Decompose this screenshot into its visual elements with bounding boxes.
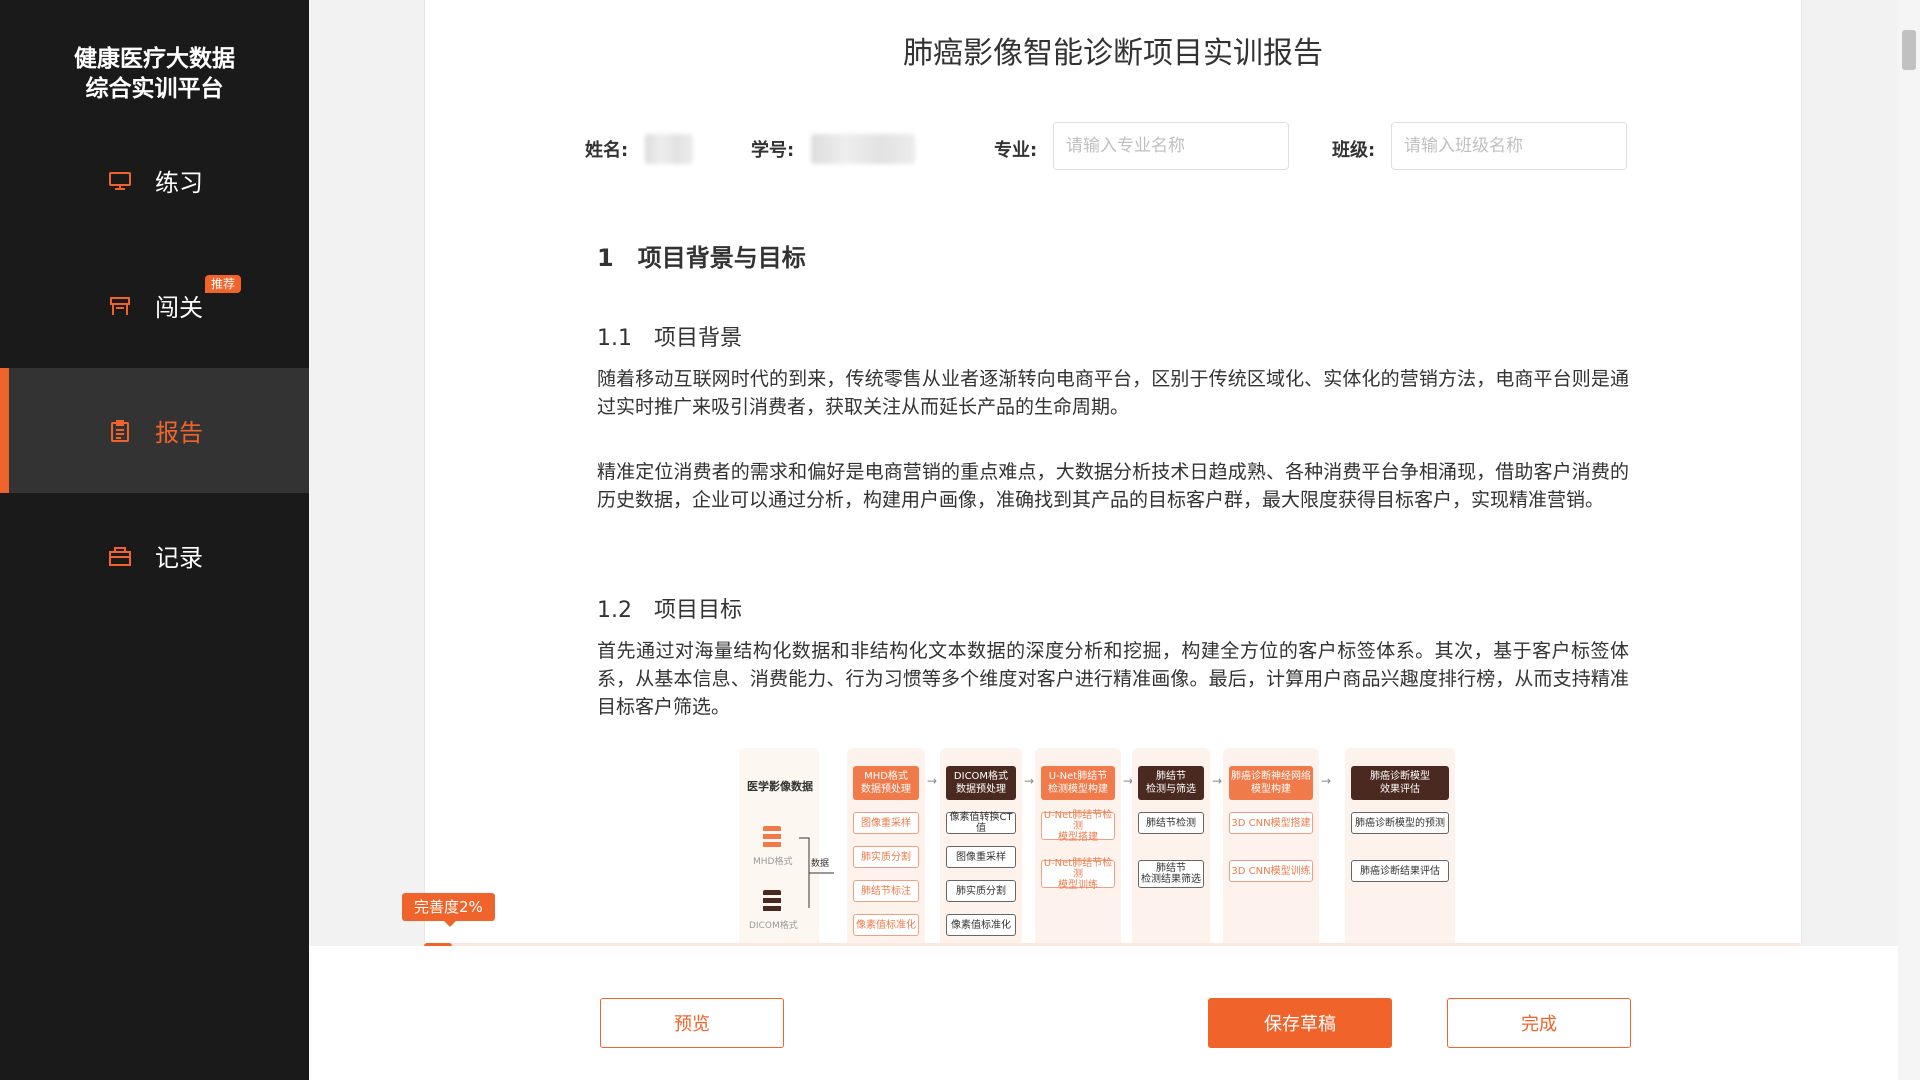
class-input[interactable] xyxy=(1391,122,1627,170)
diagram-substep: 3D CNN模型训练 xyxy=(1229,860,1313,882)
arrow-right-icon: → xyxy=(1212,774,1223,788)
report-icon xyxy=(106,417,134,445)
student-id-value xyxy=(811,134,915,164)
diagram-substep: 像素值标准化 xyxy=(853,914,919,936)
brand-title: 健康医疗大数据 综合实训平台 xyxy=(0,44,309,104)
preview-button[interactable]: 预览 xyxy=(600,998,784,1048)
diagram-substep: 像素值标准化 xyxy=(946,914,1016,936)
nav-label: 练习 xyxy=(155,169,203,197)
data-label: 数据 xyxy=(811,859,830,869)
nav-label: 报告 xyxy=(155,419,203,447)
dicom-label: DICOM格式 xyxy=(749,921,798,931)
class-label: 班级: xyxy=(1332,140,1376,161)
diagram-substep: 肺结节 检测结果筛选 xyxy=(1138,860,1204,888)
diagram-step-head: 肺癌诊断模型 效果评估 xyxy=(1351,766,1449,800)
section-heading-1: 1 项目背景与目标 xyxy=(597,244,806,272)
arrow-right-icon: → xyxy=(1024,774,1035,788)
section-heading-1-2: 1.2 项目目标 xyxy=(597,598,742,623)
diagram-substep: 肺结节标注 xyxy=(853,880,919,902)
brand-line-2: 综合实训平台 xyxy=(85,76,224,102)
diagram-step-column: 肺结节 检测与筛选肺结节检测肺结节 检测结果筛选 xyxy=(1132,748,1210,943)
diagram-substep: 图像重采样 xyxy=(853,812,919,834)
diagram-step-column: MHD格式 数据预处理图像重采样肺实质分割肺结节标注像素值标准化 xyxy=(847,748,925,943)
database-icon xyxy=(763,890,781,912)
major-label: 专业: xyxy=(994,140,1038,161)
save-draft-button[interactable]: 保存草稿 xyxy=(1208,998,1392,1048)
nav-item-records[interactable]: 记录 xyxy=(0,493,309,618)
flag-icon xyxy=(106,292,134,320)
diagram-substep: U-Net肺结节检测 模型训练 xyxy=(1041,858,1115,891)
diagram-step-head: MHD格式 数据预处理 xyxy=(853,766,919,800)
monitor-icon xyxy=(106,167,134,195)
diagram-step-column: U-Net肺结节 检测模型构建 U-Net肺结节检测 模型搭建 U-Net肺结节检测… xyxy=(1035,748,1121,943)
nav-item-report[interactable]: 报告 xyxy=(0,368,309,493)
nav-label: 记录 xyxy=(155,544,203,572)
diagram-step-column: 肺癌诊断模型 效果评估肺癌诊断模型的预测 肺癌诊断结果评估 xyxy=(1345,748,1455,943)
diagram-source-title: 医学影像数据 xyxy=(747,780,813,793)
scrollbar-thumb[interactable] xyxy=(1902,30,1916,70)
nav-item-practice[interactable]: 练习 xyxy=(0,118,309,243)
arrow-right-icon: → xyxy=(1321,774,1332,788)
diagram-substep: 肺结节检测 xyxy=(1138,812,1204,834)
action-bar xyxy=(309,946,1900,1080)
diagram-substep: 3D CNN模型搭建 xyxy=(1229,812,1313,834)
nav-label: 闯关 xyxy=(155,294,203,322)
mhd-label: MHD格式 xyxy=(753,857,793,867)
report-editor: 肺癌影像智能诊断项目实训报告 姓名: 学号: 专业: 班级: 1 项目背景与目标… xyxy=(424,0,1802,943)
diagram-substep: 肺实质分割 xyxy=(946,880,1016,902)
scrollbar-track[interactable] xyxy=(1898,0,1920,1080)
student-name-value xyxy=(645,134,693,164)
paragraph-goal[interactable]: 首先通过对海量结构化数据和非结构化文本数据的深度分析和挖掘，构建全方位的客户标签… xyxy=(597,637,1629,721)
finish-button[interactable]: 完成 xyxy=(1447,998,1631,1048)
diagram-substep: U-Net肺结节检测 模型搭建 xyxy=(1041,810,1115,843)
diagram-substep: 肺实质分割 xyxy=(853,846,919,868)
recommend-badge: 推荐 xyxy=(205,275,242,293)
diagram-substep: 肺癌诊断模型的预测 xyxy=(1351,812,1449,834)
diagram-step-column: 肺癌诊断神经网络 模型构建 3D CNN模型搭建 3D CNN模型训练 xyxy=(1223,748,1319,943)
arrow-right-icon: → xyxy=(927,774,938,788)
diagram-step-head: 肺结节 检测与筛选 xyxy=(1138,766,1204,800)
brand-line-1: 健康医疗大数据 xyxy=(74,46,235,72)
major-input[interactable] xyxy=(1053,122,1289,170)
folder-icon xyxy=(106,542,134,570)
nav-item-challenge[interactable]: 闯关 推荐 xyxy=(0,243,309,368)
name-label: 姓名: xyxy=(585,140,629,161)
database-icon xyxy=(763,826,781,848)
paragraph-background-1[interactable]: 随着移动互联网时代的到来，传统零售从业者逐渐转向电商平台，区别于传统区域化、实体… xyxy=(597,365,1629,421)
diagram-substep: 像素值转换CT值 xyxy=(946,812,1016,834)
diagram-step-head: 肺癌诊断神经网络 模型构建 xyxy=(1229,766,1313,800)
workflow-diagram: 医学影像数据 MHD格式 DICOM格式 数据 MHD格式 数据预处理图像重采样… xyxy=(739,748,1499,943)
paragraph-background-2[interactable]: 精准定位消费者的需求和偏好是电商营销的重点难点，大数据分析技术日趋成熟、各种消费… xyxy=(597,458,1629,514)
diagram-step-head: U-Net肺结节 检测模型构建 xyxy=(1041,766,1115,800)
sidebar: 健康医疗大数据 综合实训平台 练习 闯关 推荐 报告 记录 xyxy=(0,0,309,1080)
diagram-substep: 图像重采样 xyxy=(946,846,1016,868)
completion-tooltip: 完善度2% xyxy=(402,893,495,927)
student-id-label: 学号: xyxy=(751,140,795,161)
diagram-step-head: DICOM格式 数据预处理 xyxy=(946,766,1016,800)
section-heading-1-1: 1.1 项目背景 xyxy=(597,326,742,351)
diagram-substep: 肺癌诊断结果评估 xyxy=(1351,860,1449,882)
report-title: 肺癌影像智能诊断项目实训报告 xyxy=(903,36,1323,71)
diagram-step-column: DICOM格式 数据预处理像素值转换CT值 图像重采样肺实质分割像素值标准化 xyxy=(940,748,1022,943)
